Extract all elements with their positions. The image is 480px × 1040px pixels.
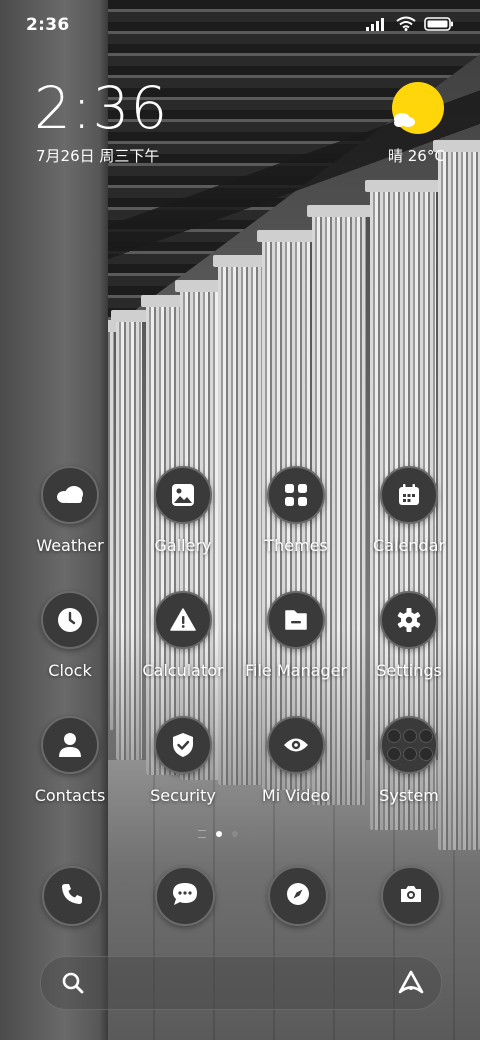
dock-browser[interactable] xyxy=(268,866,328,926)
app-label: Clock xyxy=(48,661,92,680)
app-label: System xyxy=(379,786,439,805)
page-dot-active xyxy=(216,831,222,837)
dock-camera[interactable] xyxy=(381,866,441,926)
home-date: 7月26日 周三下午 xyxy=(36,147,160,165)
page-list-icon xyxy=(198,830,206,838)
app-label: Contacts xyxy=(34,786,106,805)
gear-icon xyxy=(380,591,438,649)
app-label: File Manager xyxy=(245,661,347,680)
app-label: Gallery xyxy=(154,536,212,555)
page-indicator[interactable] xyxy=(198,830,238,838)
sun-cloud-icon[interactable] xyxy=(390,82,446,138)
app-themes[interactable]: Themes xyxy=(240,466,352,555)
app-calculator[interactable]: Calculator xyxy=(127,591,239,680)
warning-triangle-icon xyxy=(154,591,212,649)
person-icon xyxy=(41,716,99,774)
app-label: Settings xyxy=(376,661,442,680)
app-vault-icon[interactable] xyxy=(397,969,425,1001)
search-icon[interactable] xyxy=(61,971,85,999)
weather-summary: 晴 26°C xyxy=(388,147,445,165)
home-clock[interactable]: 2:36 xyxy=(34,78,168,138)
app-label: Security xyxy=(150,786,216,805)
app-security[interactable]: Security xyxy=(127,716,239,805)
compass-icon xyxy=(286,882,310,910)
dock-messages[interactable] xyxy=(155,866,215,926)
app-label: Themes xyxy=(264,536,328,555)
folder-grid-icon xyxy=(380,716,438,774)
app-weather[interactable]: Weather xyxy=(14,466,126,555)
page-dot xyxy=(232,831,238,837)
message-icon xyxy=(172,882,198,910)
clock-icon xyxy=(41,591,99,649)
status-time: 2:36 xyxy=(26,15,70,35)
app-file-manager[interactable]: File Manager xyxy=(240,591,352,680)
eye-icon xyxy=(267,716,325,774)
search-bar[interactable] xyxy=(40,956,442,1010)
app-contacts[interactable]: Contacts xyxy=(14,716,126,805)
app-label: Calendar xyxy=(373,536,445,555)
weather-cloud-icon xyxy=(41,466,99,524)
app-mi-video[interactable]: Mi Video xyxy=(240,716,352,805)
phone-icon xyxy=(60,882,84,910)
status-bar: 2:36 xyxy=(0,0,480,52)
calendar-icon xyxy=(380,466,438,524)
app-clock[interactable]: Clock xyxy=(14,591,126,680)
shield-check-icon xyxy=(154,716,212,774)
app-gallery[interactable]: Gallery xyxy=(127,466,239,555)
dock-phone[interactable] xyxy=(42,866,102,926)
app-label: Mi Video xyxy=(261,786,331,805)
app-calendar[interactable]: Calendar xyxy=(353,466,465,555)
app-settings[interactable]: Settings xyxy=(353,591,465,680)
folder-icon xyxy=(267,591,325,649)
gallery-icon xyxy=(154,466,212,524)
folder-system[interactable]: System xyxy=(353,716,465,805)
signal-icon xyxy=(366,16,388,35)
app-label: Weather xyxy=(36,536,104,555)
app-label: Calculator xyxy=(142,661,224,680)
camera-icon xyxy=(399,883,423,909)
wifi-icon xyxy=(396,16,416,35)
battery-icon xyxy=(424,16,454,35)
themes-grid-icon xyxy=(267,466,325,524)
